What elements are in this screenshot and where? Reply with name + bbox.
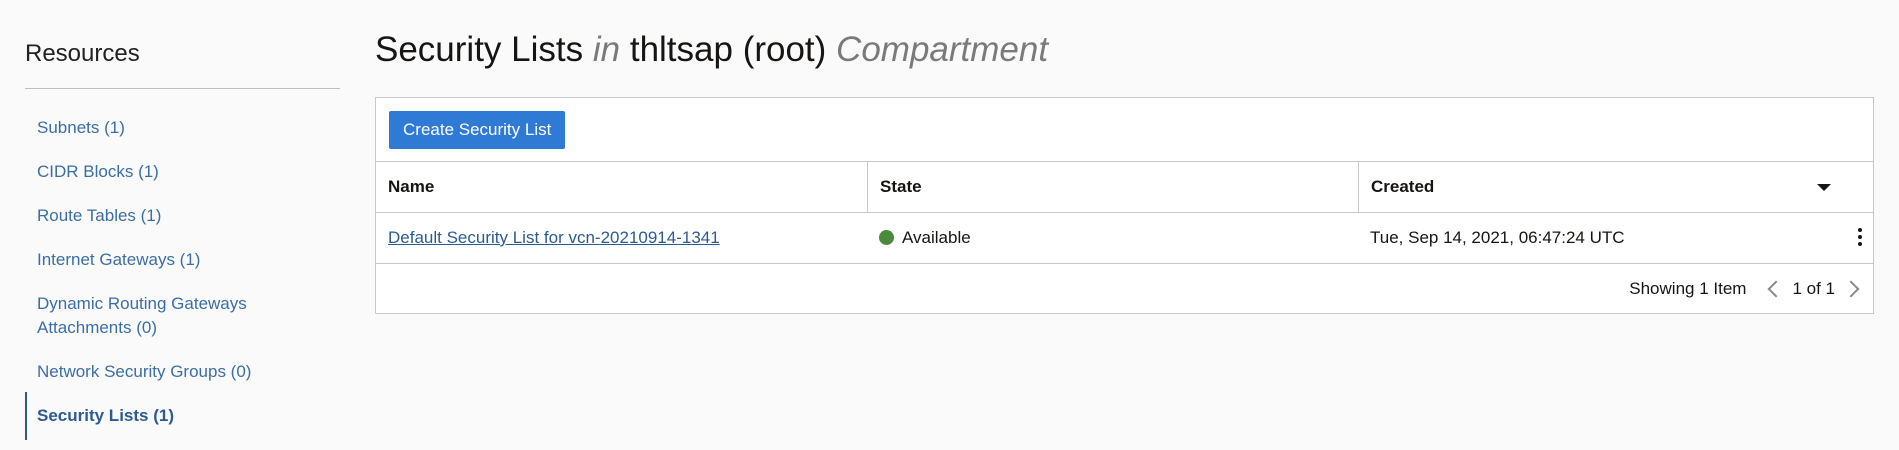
sidebar-item-subnets[interactable]: Subnets (1): [25, 116, 340, 140]
column-header-created-label: Created: [1371, 177, 1435, 196]
previous-page-icon[interactable]: [1767, 280, 1785, 298]
sort-caret-down-icon[interactable]: [1817, 184, 1831, 191]
title-compartment: thltsap (root): [629, 30, 827, 69]
sidebar-item-security-lists[interactable]: Security Lists (1): [25, 392, 340, 440]
pagination-pages: 1 of 1: [1792, 279, 1835, 298]
sidebar-title: Resources: [25, 40, 140, 67]
sidebar-item-route-tables[interactable]: Route Tables (1): [25, 204, 340, 228]
sidebar-item-network-security-groups[interactable]: Network Security Groups (0): [25, 360, 340, 384]
resources-sidebar: Resources Subnets (1) CIDR Blocks (1) Ro…: [25, 0, 340, 450]
column-header-state[interactable]: State: [867, 162, 1358, 212]
row-actions-kebab-icon[interactable]: [1857, 228, 1863, 248]
security-lists-panel: Create Security List Name State Created …: [375, 97, 1874, 314]
column-header-name[interactable]: Name: [376, 162, 867, 212]
sidebar-divider: [25, 88, 340, 89]
title-suffix: Compartment: [836, 30, 1049, 69]
sidebar-item-cidr-blocks[interactable]: CIDR Blocks (1): [25, 160, 340, 184]
cell-state: Available: [867, 213, 1358, 263]
create-security-list-button[interactable]: Create Security List: [389, 111, 566, 149]
security-list-link[interactable]: Default Security List for vcn-20210914-1…: [388, 228, 720, 247]
table-row: Default Security List for vcn-20210914-1…: [376, 212, 1873, 264]
status-dot-icon: [879, 230, 894, 245]
security-lists-table: Name State Created Default Security List…: [376, 161, 1873, 264]
title-in: in: [592, 30, 621, 69]
status-text: Available: [902, 228, 971, 247]
sidebar-list: Subnets (1) CIDR Blocks (1) Route Tables…: [25, 116, 340, 440]
title-prefix: Security Lists: [375, 30, 584, 69]
sidebar-item-internet-gateways[interactable]: Internet Gateways (1): [25, 248, 340, 272]
column-header-created[interactable]: Created: [1358, 162, 1873, 212]
pagination-summary: Showing 1 Item: [1629, 279, 1747, 298]
cell-created: Tue, Sep 14, 2021, 06:47:24 UTC: [1358, 213, 1873, 263]
created-timestamp: Tue, Sep 14, 2021, 06:47:24 UTC: [1370, 228, 1625, 247]
table-header: Name State Created: [376, 161, 1873, 212]
page-title: Security Lists in thltsap (root) Compart…: [375, 30, 1048, 70]
pagination: Showing 1 Item 1 of 1: [1629, 277, 1863, 301]
cell-name: Default Security List for vcn-20210914-1…: [376, 213, 867, 263]
sidebar-item-drg-attachments[interactable]: Dynamic Routing Gateways Attachments (0): [25, 292, 277, 340]
next-page-icon[interactable]: [1842, 280, 1860, 298]
